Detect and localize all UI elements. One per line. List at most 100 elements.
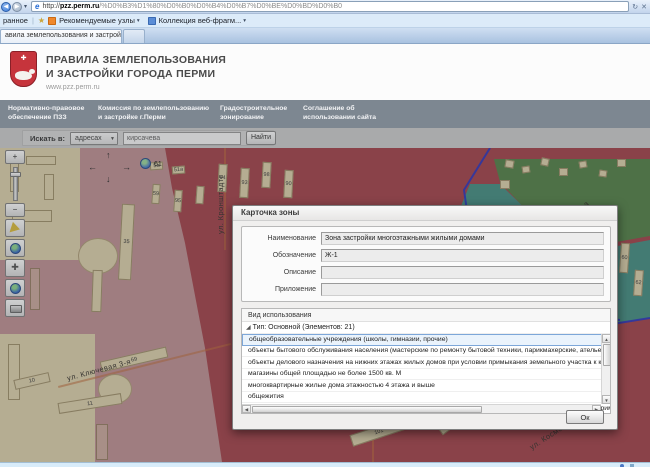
site-header: ✚ ПРАВИЛА ЗЕМЛЕПОЛЬЗОВАНИЯ И ЗАСТРОЙКИ Г…: [0, 44, 650, 100]
pan-icon: ✚: [11, 262, 19, 272]
zoom-in-button[interactable]: +: [5, 150, 25, 164]
perm-coat-of-arms-logo: ✚: [10, 51, 37, 87]
vertical-scroll-thumb[interactable]: [603, 344, 611, 366]
zoom-level-icon: [630, 464, 634, 467]
web-slices-button[interactable]: Коллекция веб-фрагм... ▾: [159, 16, 246, 25]
zoom-slider-handle[interactable]: [10, 172, 21, 177]
pan-up-icon[interactable]: ↑: [106, 150, 111, 160]
globe-icon: [10, 283, 21, 294]
list-item[interactable]: общежития: [242, 392, 610, 404]
star-icon[interactable]: ★: [38, 16, 45, 25]
tab-bar: авила землепользования и застройки город…: [0, 28, 650, 44]
tree-group-row[interactable]: ◢Тип: Основной (Элементов: 21): [242, 322, 610, 334]
dialog-title[interactable]: Карточка зоны: [233, 206, 617, 221]
field-row: Приложение: [242, 283, 604, 296]
field-input[interactable]: [321, 283, 604, 296]
field-input[interactable]: Ж-1: [321, 249, 604, 262]
vertical-scrollbar[interactable]: ▲ ▼: [601, 334, 610, 404]
new-tab-button[interactable]: [123, 29, 145, 43]
search-category-value: адресах: [75, 135, 102, 142]
page-title-line2: И ЗАСТРОЙКИ ГОРОДА ПЕРМИ: [46, 67, 226, 81]
map-scale-value: 61: [154, 161, 162, 168]
search-category-select[interactable]: адресах ▼: [70, 132, 118, 145]
pan-down-icon[interactable]: ↓: [106, 174, 111, 184]
field-input[interactable]: [321, 266, 604, 279]
previous-extent-button[interactable]: [5, 279, 25, 297]
zoom-slider[interactable]: [13, 167, 18, 201]
list-item[interactable]: объекты делового назначения на нижних эт…: [242, 357, 610, 369]
nav-item-3[interactable]: Градостроительноезонирование: [220, 105, 287, 123]
list-header: Вид использования: [242, 309, 610, 322]
field-row: НаименованиеЗона застройки многоэтажными…: [242, 232, 604, 245]
pan-left-icon[interactable]: ←: [88, 162, 97, 172]
use-types-listbox: Вид использования ◢Тип: Основной (Элемен…: [241, 308, 611, 414]
map-search-bar: Искать в: адресах ▼ кирсачева Найти: [0, 128, 650, 148]
recommended-sites-label: Рекомендуемые узлы: [59, 16, 135, 25]
nav-item-4[interactable]: Соглашение обиспользовании сайта: [303, 105, 376, 123]
site-url: www.pzz.perm.ru: [46, 84, 100, 91]
url-host: pzz.perm.ru: [60, 3, 99, 10]
address-bar[interactable]: e http://pzz.perm.ru/%D0%B3%D1%80%D0%B0%…: [31, 1, 629, 12]
forward-icon[interactable]: ▶: [12, 2, 22, 12]
search-input[interactable]: кирсачева: [123, 132, 241, 145]
url-path: /%D0%B3%D1%80%D0%B0%D0%B4%D0%B7%D0%BE%D0…: [99, 3, 342, 10]
ok-button[interactable]: Ок: [566, 410, 604, 424]
list-rows: общеобразовательные учреждения (школы, г…: [242, 334, 610, 414]
field-label: Приложение: [242, 286, 316, 293]
list-item[interactable]: магазины общей площадью не более 1500 кв…: [242, 369, 610, 381]
nav-item-label: и застройке г.Перми: [98, 114, 209, 123]
zoom-out-button[interactable]: −: [5, 203, 25, 217]
triangle-icon: [10, 222, 22, 235]
browser-tab[interactable]: авила землепользования и застройки город…: [0, 29, 122, 43]
recommended-sites-button[interactable]: Рекомендуемые узлы ▾: [59, 16, 140, 25]
horizontal-scroll-thumb[interactable]: [252, 406, 482, 413]
separator: |: [32, 16, 34, 25]
search-button[interactable]: Найти: [246, 131, 276, 145]
recommended-sites-icon: [48, 17, 56, 25]
field-label: Описание: [242, 269, 316, 276]
full-extent-button[interactable]: [5, 239, 25, 257]
list-item[interactable]: общеобразовательные учреждения (школы, г…: [242, 334, 610, 346]
print-map-button[interactable]: [5, 299, 25, 317]
favorites-label[interactable]: ранное: [3, 16, 28, 25]
cross-icon: ✚: [21, 55, 27, 62]
pan-right-icon[interactable]: →: [122, 162, 131, 172]
globe-icon: [10, 243, 21, 254]
nav-item-label: обеспечение ПЗЗ: [8, 114, 84, 123]
chevron-down-icon: ▾: [243, 18, 246, 24]
field-row: Обозначение Ж-1: [242, 249, 604, 262]
scroll-down-icon[interactable]: ▼: [602, 395, 611, 404]
pan-tool-button[interactable]: ✚: [5, 259, 25, 277]
page-title-line1: ПРАВИЛА ЗЕМЛЕПОЛЬЗОВАНИЯ: [46, 53, 226, 67]
nav-item-2[interactable]: Комиссия по землепользованиюи застройке …: [98, 105, 209, 123]
map-pan-compass: ↑ ← → ↓ 61: [84, 152, 172, 192]
page-title: ПРАВИЛА ЗЕМЛЕПОЛЬЗОВАНИЯ И ЗАСТРОЙКИ ГОР…: [46, 53, 226, 81]
history-dropdown-icon[interactable]: ▾: [24, 3, 27, 10]
map-toolbar: + − ✚: [4, 150, 26, 319]
refresh-icon[interactable]: ↻: [632, 3, 638, 11]
list-item[interactable]: многоквартирные жилые дома этажностью 4 …: [242, 380, 610, 392]
web-slices-label: Коллекция веб-фрагм...: [159, 16, 242, 25]
ie-page-icon: e: [35, 2, 39, 11]
nav-item-1[interactable]: Нормативно-правовоеобеспечение ПЗЗ: [8, 105, 84, 123]
browser-toolbar: ◀ ▶ ▾ e http://pzz.perm.ru/%D0%B3%D1%80%…: [0, 0, 650, 14]
search-label: Искать в:: [30, 134, 65, 143]
back-icon[interactable]: ◀: [1, 2, 11, 12]
field-input[interactable]: Зона застройки многоэтажными жилыми дома…: [321, 232, 604, 245]
globe-icon[interactable]: [140, 158, 151, 169]
browser-status-bar: [0, 462, 650, 467]
horizontal-scrollbar[interactable]: ◀ ▶: [242, 404, 601, 413]
list-item[interactable]: объекты бытового обслуживания населения …: [242, 346, 610, 358]
nav-item-label: Соглашение об: [303, 105, 376, 114]
scroll-left-icon[interactable]: ◀: [242, 405, 251, 413]
zone-fields-group: НаименованиеЗона застройки многоэтажными…: [241, 226, 611, 302]
scroll-up-icon[interactable]: ▲: [602, 334, 611, 343]
measure-tool-button[interactable]: [5, 219, 25, 237]
nav-item-label: Нормативно-правовое: [8, 105, 84, 114]
url-prefix: http://: [42, 3, 60, 10]
nav-item-label: Градостроительное: [220, 105, 287, 114]
field-label: Обозначение: [242, 252, 316, 259]
stop-icon[interactable]: ✕: [641, 3, 647, 11]
tree-group-label: Тип: Основной (Элементов: 21): [253, 324, 355, 331]
tree-expand-icon[interactable]: ◢: [246, 324, 251, 331]
